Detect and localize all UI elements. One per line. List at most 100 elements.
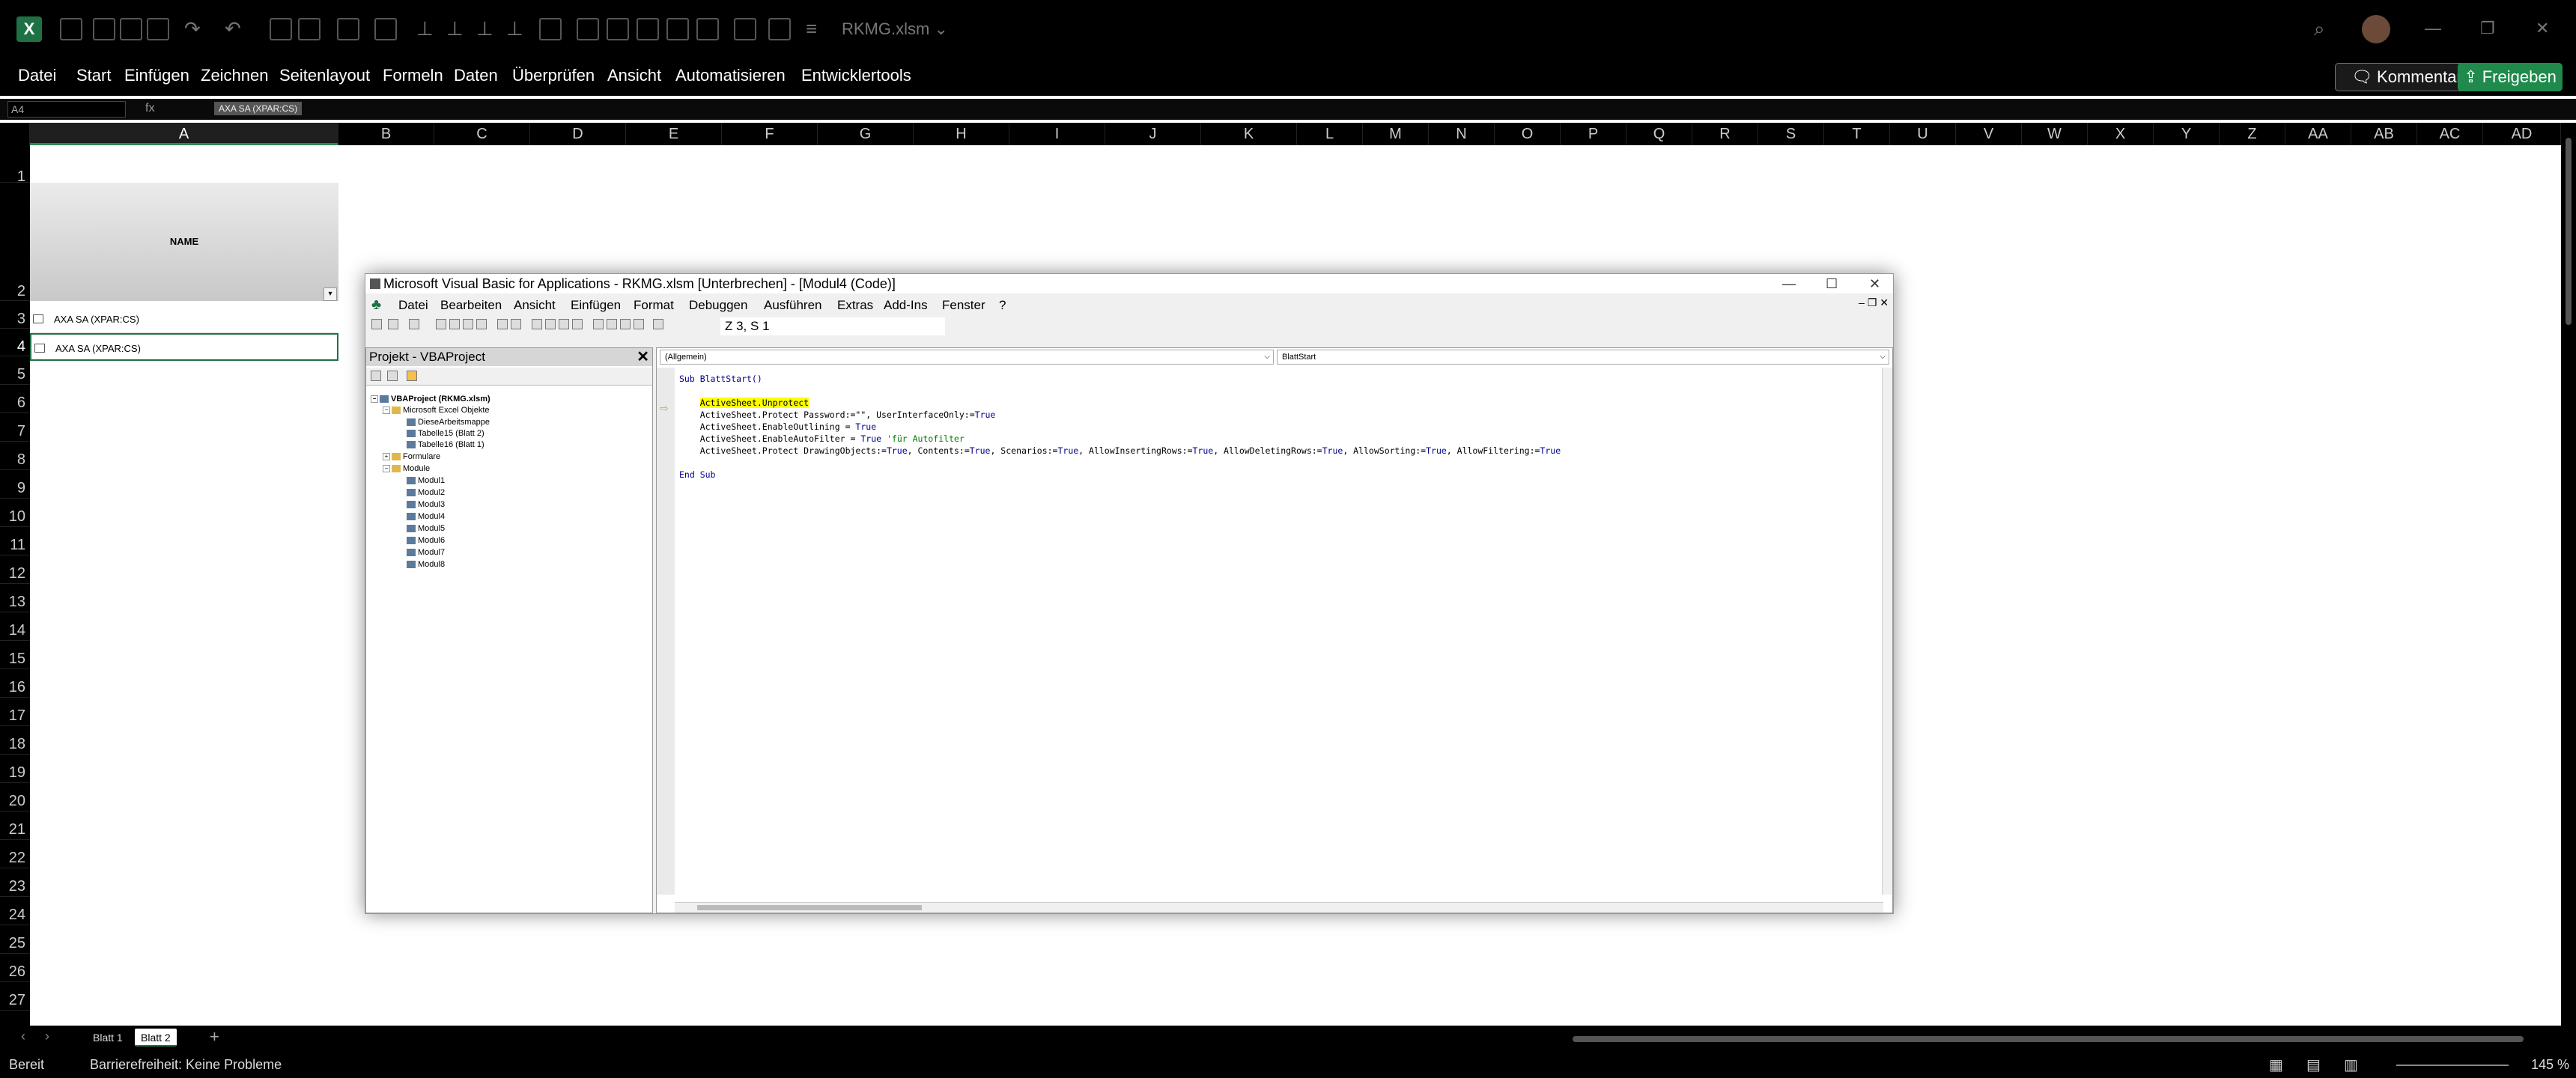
col-header[interactable]: A xyxy=(30,123,338,145)
scroll-thumb[interactable] xyxy=(2566,138,2572,325)
format-icon[interactable] xyxy=(337,18,359,40)
tab-daten[interactable]: Daten xyxy=(454,66,498,85)
paste-icon[interactable] xyxy=(463,319,473,329)
name-box[interactable]: A4 xyxy=(7,101,126,118)
vbe-menu-item[interactable]: Format xyxy=(634,298,674,313)
row-header[interactable]: 2 xyxy=(0,183,30,301)
col-header[interactable]: AD xyxy=(2483,123,2561,145)
code-editor[interactable]: Sub BlattStart() ActiveSheet.Unprotect A… xyxy=(679,374,1561,480)
col-header[interactable]: L xyxy=(1297,123,1363,145)
module-item[interactable]: Modul8 xyxy=(407,560,445,569)
tab-datei[interactable]: Datei xyxy=(18,66,56,85)
table-cell[interactable]: AXA SA (XPAR:CS) xyxy=(30,333,338,361)
vbe-menu-item[interactable]: Extras xyxy=(837,298,873,313)
col-header[interactable]: M xyxy=(1363,123,1429,145)
tab-ansicht[interactable]: Ansicht xyxy=(607,66,661,85)
cut-icon[interactable] xyxy=(436,319,446,329)
filter-dropdown-icon[interactable]: ▾ xyxy=(323,287,337,301)
table-cell[interactable]: AXA SA (XPAR:CS) xyxy=(30,305,338,333)
row-header[interactable]: 17 xyxy=(0,698,30,726)
stock-icon[interactable] xyxy=(34,344,45,353)
undo-icon[interactable] xyxy=(497,319,508,329)
toggle-folders-icon[interactable] xyxy=(407,371,417,381)
row-header[interactable]: 22 xyxy=(0,840,30,868)
col-header[interactable]: AC xyxy=(2417,123,2483,145)
row-header[interactable]: 1 xyxy=(0,145,30,185)
col-header[interactable]: W xyxy=(2022,123,2088,145)
redo-icon[interactable] xyxy=(511,319,521,329)
page-break-icon[interactable]: ▥ xyxy=(2344,1056,2358,1074)
row-header[interactable]: 25 xyxy=(0,925,30,954)
module-item[interactable]: Modul7 xyxy=(407,548,445,557)
row-header[interactable]: 4 xyxy=(0,329,30,356)
vbe-menu-item[interactable]: Ausführen xyxy=(764,298,822,313)
zoom-level[interactable]: 145 % xyxy=(2531,1057,2569,1073)
normal-view-icon[interactable]: ▦ xyxy=(2269,1056,2283,1074)
col-header[interactable]: T xyxy=(1824,123,1890,145)
procedure-combo[interactable]: BlattStart ⌵ xyxy=(1277,350,1889,365)
tree-item[interactable]: − VBAProject (RKMG.xlsm) xyxy=(371,395,490,404)
project-close-icon[interactable]: ✕ xyxy=(637,348,649,366)
fx-icon[interactable]: fx xyxy=(145,102,154,115)
formula-input[interactable]: AXA SA (XPAR:CS) xyxy=(214,102,303,115)
col-header[interactable]: O xyxy=(1495,123,1561,145)
save-icon[interactable] xyxy=(270,18,292,40)
search-icon[interactable]: ⌕ xyxy=(2314,15,2325,42)
toolbox-icon[interactable] xyxy=(634,319,644,329)
module-item[interactable]: Modul2 xyxy=(407,488,445,497)
vbe-menu-item[interactable]: Bearbeiten xyxy=(440,298,502,313)
col-header[interactable]: F xyxy=(722,123,818,145)
row-header[interactable]: 18 xyxy=(0,726,30,755)
row-header[interactable]: 8 xyxy=(0,442,30,470)
row-header[interactable]: 9 xyxy=(0,470,30,499)
row-header[interactable]: 5 xyxy=(0,356,30,385)
align-icon[interactable]: ⊥ xyxy=(446,15,464,42)
tab-entwicklertools[interactable]: Entwicklertools xyxy=(801,66,911,85)
view-code-icon[interactable] xyxy=(371,371,381,381)
send-backward-icon[interactable] xyxy=(577,18,599,40)
tree-item[interactable]: − Module xyxy=(383,464,430,473)
col-header[interactable]: U xyxy=(1890,123,1956,145)
run-icon[interactable] xyxy=(532,319,542,329)
view-excel-icon[interactable] xyxy=(371,319,382,329)
module-item[interactable]: Modul5 xyxy=(407,524,445,533)
redo-icon[interactable]: ↷ xyxy=(184,15,201,42)
break-icon[interactable] xyxy=(545,319,556,329)
col-header[interactable]: D xyxy=(530,123,626,145)
bring-forward-icon[interactable] xyxy=(539,18,562,40)
design-mode-icon[interactable] xyxy=(572,319,583,329)
row-header[interactable]: 10 xyxy=(0,499,30,527)
pin-icon[interactable]: ⊥ xyxy=(416,15,434,42)
vbe-menu-item[interactable]: ? xyxy=(999,298,1006,313)
col-header[interactable]: J xyxy=(1105,123,1201,145)
name-header-cell[interactable]: NAME xyxy=(30,183,338,301)
row-header[interactable]: 26 xyxy=(0,954,30,982)
project-explorer-icon[interactable] xyxy=(593,319,604,329)
code-horizontal-scrollbar[interactable] xyxy=(675,902,1883,913)
row-header[interactable]: 16 xyxy=(0,669,30,698)
module-item[interactable]: Modul3 xyxy=(407,500,445,509)
share-button[interactable]: ⇪ Freigeben ⌄ xyxy=(2458,63,2563,115)
row-header[interactable]: 23 xyxy=(0,868,30,897)
row-header[interactable]: 11 xyxy=(0,527,30,555)
tree-item[interactable]: DieseArbeitsmappe xyxy=(407,418,490,427)
vbe-menu-item[interactable]: Ansicht xyxy=(514,298,556,313)
row-header[interactable]: 6 xyxy=(0,385,30,413)
save-icon[interactable] xyxy=(409,319,419,329)
customize-icon[interactable]: ≡ xyxy=(806,15,817,42)
table-icon[interactable] xyxy=(734,18,756,40)
col-header[interactable]: C xyxy=(434,123,530,145)
tab-automatisieren[interactable]: Automatisieren xyxy=(675,66,786,85)
zoom-slider[interactable] xyxy=(2396,1065,2509,1066)
help-icon[interactable] xyxy=(653,319,663,329)
col-header[interactable]: G xyxy=(818,123,914,145)
vbe-close-icon[interactable]: ✕ xyxy=(1869,274,1880,293)
col-header[interactable]: V xyxy=(1956,123,2022,145)
col-header[interactable]: S xyxy=(1758,123,1824,145)
row-header[interactable]: 21 xyxy=(0,811,30,840)
row-header[interactable]: 24 xyxy=(0,897,30,925)
col-header[interactable]: AB xyxy=(2351,123,2417,145)
vbe-menu-item[interactable]: Einfügen xyxy=(571,298,621,313)
object-browser-icon[interactable] xyxy=(620,319,631,329)
col-header[interactable]: K xyxy=(1201,123,1297,145)
